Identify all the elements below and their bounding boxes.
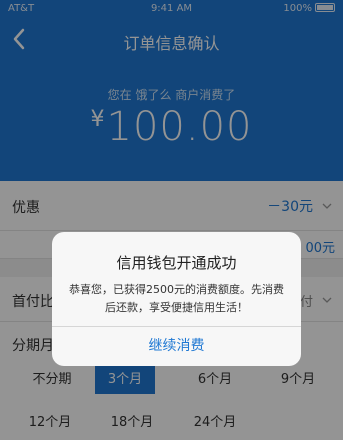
success-dialog: 信用钱包开通成功 恭喜您，已获得2500元的消费额度。先消费后还款，享受便捷信用… <box>52 232 301 366</box>
dialog-title: 信用钱包开通成功 <box>116 254 237 272</box>
dialog-message: 恭喜您，已获得2500元的消费额度。先消费后还款，享受便捷信用生活！ <box>69 283 284 314</box>
modal-overlay[interactable] <box>0 0 343 440</box>
continue-shopping-button[interactable]: 继续消费 <box>52 327 301 366</box>
